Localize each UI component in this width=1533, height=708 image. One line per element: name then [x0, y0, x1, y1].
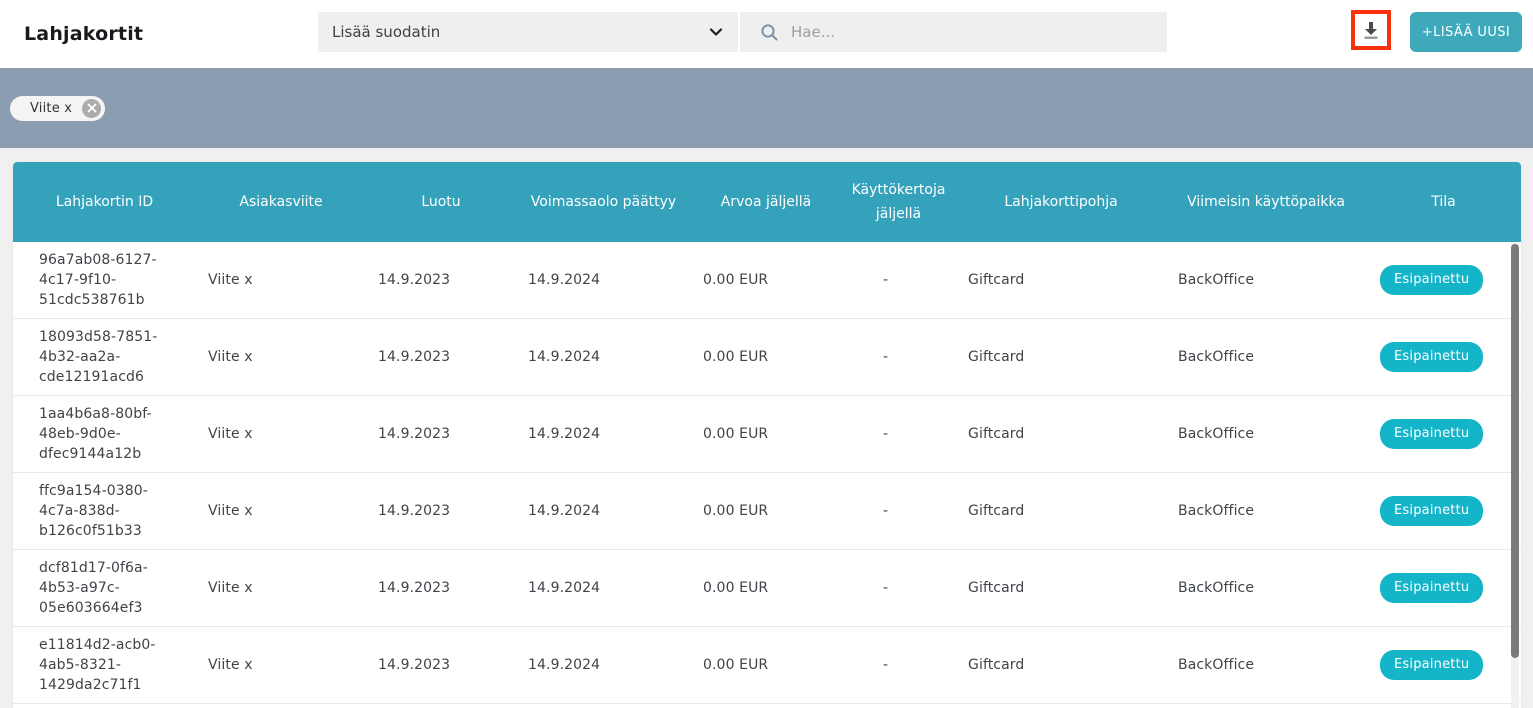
- column-header: Voimassaolo päättyy: [516, 190, 691, 214]
- cell-uses-left: -: [841, 655, 956, 675]
- add-new-button[interactable]: +LISÄÄ UUSI: [1410, 12, 1522, 52]
- cell-template: Giftcard: [956, 347, 1166, 367]
- cell-status: Esipainettu: [1366, 496, 1521, 526]
- cell-uses-left: -: [841, 270, 956, 290]
- status-badge: Esipainettu: [1380, 573, 1483, 603]
- cell-value-left: 0.00 EUR: [691, 578, 841, 598]
- cell-customer-ref: Viite x: [196, 424, 366, 444]
- cell-last-use-location: BackOffice: [1166, 347, 1366, 367]
- filter-chip-label: Viite x: [30, 101, 72, 116]
- table-row[interactable]: 96a7ab08-6127-4c17-9f10-51cdc538761bViit…: [13, 242, 1521, 319]
- cell-created: 14.9.2023: [366, 270, 516, 290]
- column-header: Lahjakorttipohja: [956, 190, 1166, 214]
- cell-uses-left: -: [841, 501, 956, 521]
- cell-uses-left: -: [841, 578, 956, 598]
- column-header: Käyttökertoja jäljellä: [841, 178, 956, 226]
- cell-created: 14.9.2023: [366, 578, 516, 598]
- cell-template: Giftcard: [956, 501, 1166, 521]
- scrollbar-thumb[interactable]: [1511, 244, 1519, 658]
- cell-id: 96a7ab08-6127-4c17-9f10-51cdc538761b: [13, 250, 196, 310]
- column-header: Viimeisin käyttöpaikka: [1166, 190, 1366, 214]
- cell-value-left: 0.00 EUR: [691, 501, 841, 521]
- status-badge: Esipainettu: [1380, 496, 1483, 526]
- column-header: Luotu: [366, 190, 516, 214]
- cell-expires: 14.9.2024: [516, 501, 691, 521]
- download-button[interactable]: [1351, 10, 1391, 50]
- content-area: Lahjakortin IDAsiakasviiteLuotuVoimassao…: [0, 148, 1533, 708]
- page-title: Lahjakortit: [24, 23, 143, 45]
- cell-template: Giftcard: [956, 424, 1166, 444]
- cell-last-use-location: BackOffice: [1166, 270, 1366, 290]
- table-header-row: Lahjakortin IDAsiakasviiteLuotuVoimassao…: [13, 162, 1521, 242]
- cell-expires: 14.9.2024: [516, 270, 691, 290]
- cell-last-use-location: BackOffice: [1166, 501, 1366, 521]
- giftcards-table: Lahjakortin IDAsiakasviiteLuotuVoimassao…: [13, 162, 1521, 708]
- cell-last-use-location: BackOffice: [1166, 424, 1366, 444]
- column-header: Arvoa jäljellä: [691, 190, 841, 214]
- cell-status: Esipainettu: [1366, 419, 1521, 449]
- table-row[interactable]: ffc9a154-0380-4c7a-838d-b126c0f51b33Viit…: [13, 473, 1521, 550]
- cell-expires: 14.9.2024: [516, 347, 691, 367]
- cell-template: Giftcard: [956, 578, 1166, 598]
- close-icon[interactable]: [82, 99, 101, 118]
- cell-uses-left: -: [841, 347, 956, 367]
- status-badge: Esipainettu: [1380, 419, 1483, 449]
- column-header: Asiakasviite: [196, 190, 366, 214]
- cell-created: 14.9.2023: [366, 424, 516, 444]
- cell-expires: 14.9.2024: [516, 655, 691, 675]
- top-bar: Lahjakortit Lisää suodatin +LISÄÄ UUSI: [0, 0, 1533, 68]
- chevron-down-icon: [708, 24, 724, 40]
- cell-created: 14.9.2023: [366, 655, 516, 675]
- cell-id: 1aa4b6a8-80bf-48eb-9d0e-dfec9144a12b: [13, 404, 196, 464]
- filter-search-group: Lisää suodatin: [318, 12, 1167, 52]
- filter-chip: Viite x: [10, 96, 105, 121]
- cell-template: Giftcard: [956, 655, 1166, 675]
- table-body: 96a7ab08-6127-4c17-9f10-51cdc538761bViit…: [13, 242, 1521, 704]
- status-badge: Esipainettu: [1380, 342, 1483, 372]
- cell-id: e11814d2-acb0-4ab5-8321-1429da2c71f1: [13, 635, 196, 695]
- cell-customer-ref: Viite x: [196, 655, 366, 675]
- column-header: Lahjakortin ID: [13, 190, 196, 214]
- column-header: Tila: [1366, 190, 1521, 214]
- cell-customer-ref: Viite x: [196, 270, 366, 290]
- cell-value-left: 0.00 EUR: [691, 347, 841, 367]
- vertical-scrollbar[interactable]: [1511, 242, 1519, 708]
- table-row[interactable]: e11814d2-acb0-4ab5-8321-1429da2c71f1Viit…: [13, 627, 1521, 704]
- cell-last-use-location: BackOffice: [1166, 578, 1366, 598]
- add-filter-select[interactable]: Lisää suodatin: [318, 12, 738, 52]
- cell-customer-ref: Viite x: [196, 501, 366, 521]
- cell-expires: 14.9.2024: [516, 578, 691, 598]
- cell-status: Esipainettu: [1366, 650, 1521, 680]
- cell-id: dcf81d17-0f6a-4b53-a97c-05e603664ef3: [13, 558, 196, 618]
- cell-customer-ref: Viite x: [196, 347, 366, 367]
- cell-last-use-location: BackOffice: [1166, 655, 1366, 675]
- table-row[interactable]: 1aa4b6a8-80bf-48eb-9d0e-dfec9144a12bViit…: [13, 396, 1521, 473]
- status-badge: Esipainettu: [1380, 650, 1483, 680]
- table-row[interactable]: dcf81d17-0f6a-4b53-a97c-05e603664ef3Viit…: [13, 550, 1521, 627]
- cell-status: Esipainettu: [1366, 342, 1521, 372]
- search-input[interactable]: [791, 23, 1155, 41]
- cell-customer-ref: Viite x: [196, 578, 366, 598]
- download-icon: [1361, 20, 1381, 40]
- cell-created: 14.9.2023: [366, 501, 516, 521]
- cell-created: 14.9.2023: [366, 347, 516, 367]
- cell-template: Giftcard: [956, 270, 1166, 290]
- cell-status: Esipainettu: [1366, 265, 1521, 295]
- cell-status: Esipainettu: [1366, 573, 1521, 603]
- search-icon: [760, 23, 779, 42]
- status-badge: Esipainettu: [1380, 265, 1483, 295]
- search-box[interactable]: [740, 12, 1167, 52]
- cell-value-left: 0.00 EUR: [691, 655, 841, 675]
- add-filter-select-value: Lisää suodatin: [332, 23, 708, 41]
- cell-expires: 14.9.2024: [516, 424, 691, 444]
- cell-value-left: 0.00 EUR: [691, 270, 841, 290]
- cell-id: ffc9a154-0380-4c7a-838d-b126c0f51b33: [13, 481, 196, 541]
- cell-id: 18093d58-7851-4b32-aa2a-cde12191acd6: [13, 327, 196, 387]
- table-row[interactable]: 18093d58-7851-4b32-aa2a-cde12191acd6Viit…: [13, 319, 1521, 396]
- cell-value-left: 0.00 EUR: [691, 424, 841, 444]
- cell-uses-left: -: [841, 424, 956, 444]
- active-filters-bar: Viite x: [0, 68, 1533, 148]
